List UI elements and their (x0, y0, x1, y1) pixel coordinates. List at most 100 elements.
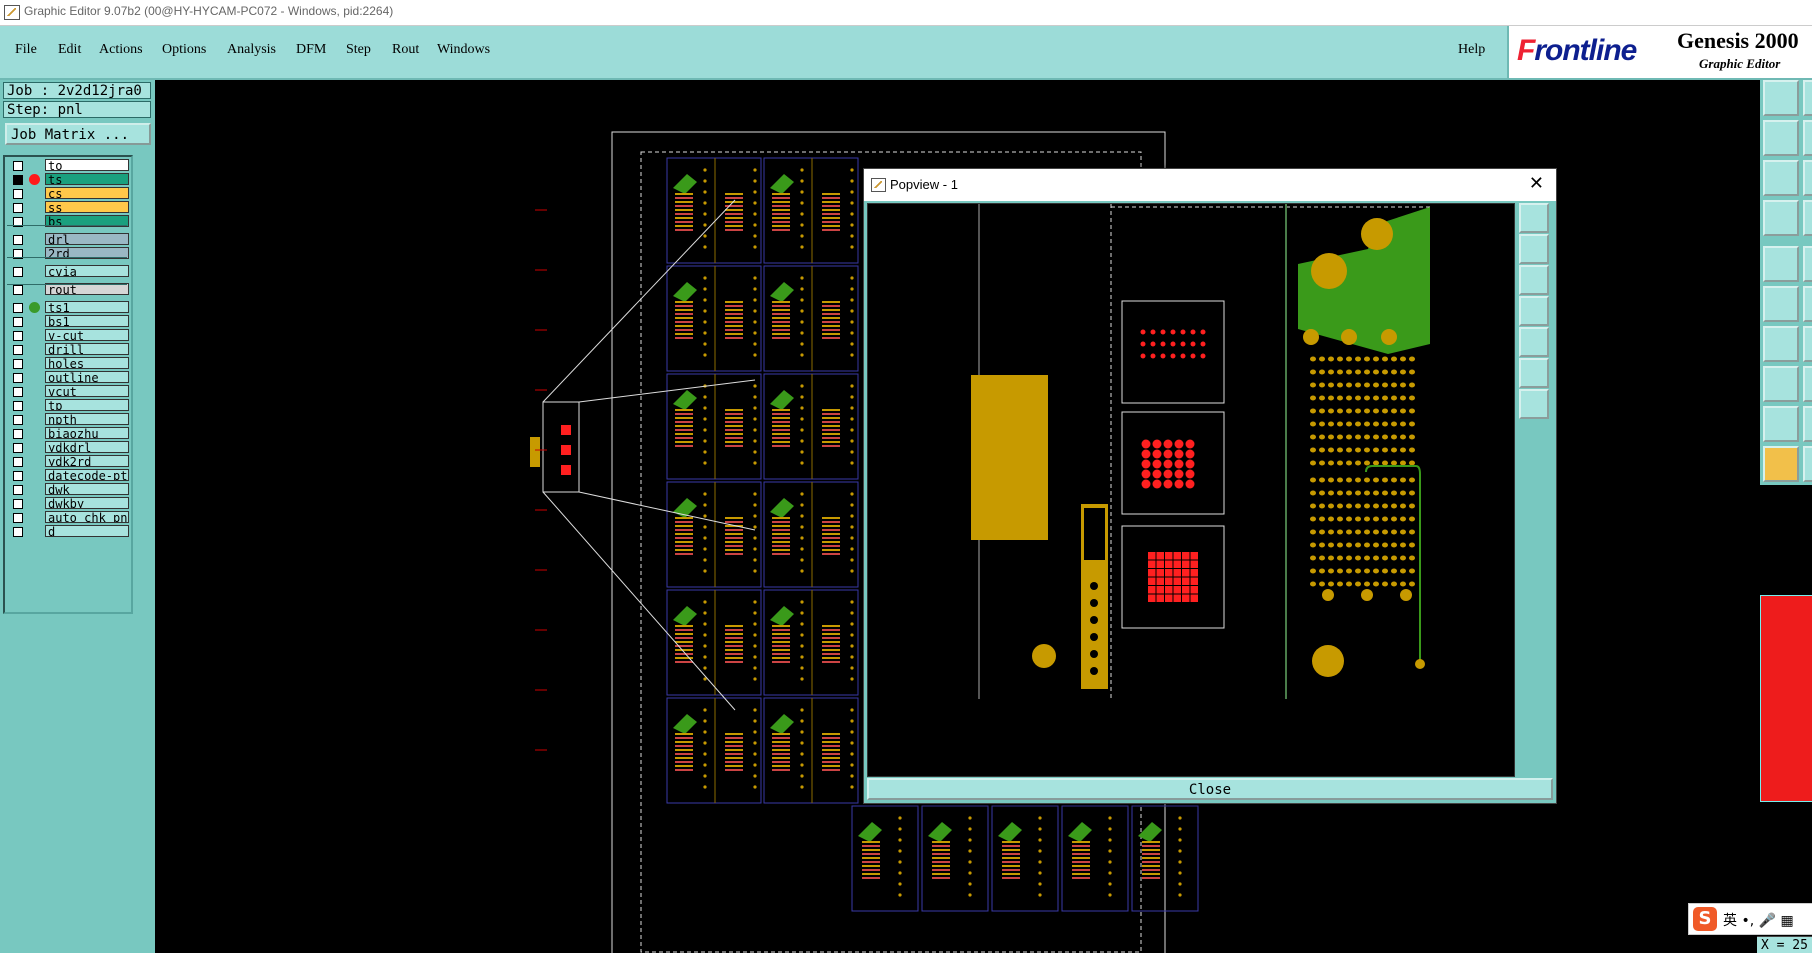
layer-checkbox[interactable] (13, 359, 23, 369)
layer-name[interactable]: cvia (45, 265, 129, 277)
zoom-in-icon[interactable] (1519, 358, 1549, 388)
tool-extra-10[interactable] (1803, 446, 1812, 482)
layer-row-bs[interactable]: bs (7, 215, 129, 228)
job-matrix-button[interactable]: Job Matrix ... (5, 123, 151, 145)
menu-options[interactable]: Options (162, 42, 206, 58)
layer-name[interactable]: ydkdrl (45, 441, 129, 453)
layer-name[interactable]: ydk2rd (45, 455, 129, 467)
menu-step[interactable]: Step (346, 42, 371, 58)
layer-row-cvia[interactable]: cvia (7, 265, 129, 278)
layer-row-tp[interactable]: tp (7, 399, 129, 412)
layer-checkbox[interactable] (13, 429, 23, 439)
pointer-tool-icon[interactable] (1763, 446, 1799, 482)
layer-checkbox[interactable] (13, 499, 23, 509)
layer-row-outline[interactable]: outline (7, 371, 129, 384)
layer-name[interactable]: to (45, 159, 129, 171)
zoom-window-icon[interactable] (1519, 203, 1549, 233)
layer-name[interactable]: holes (45, 357, 129, 369)
close-button[interactable]: Close (867, 778, 1553, 800)
layer-name[interactable]: biaozhu (45, 427, 129, 439)
menu-file[interactable]: File (15, 42, 37, 58)
pan-up-icon[interactable] (1519, 234, 1549, 264)
pan-left-icon[interactable] (1519, 296, 1549, 326)
layer-row-2rd[interactable]: 2rd (7, 247, 129, 260)
zoom-tool-icon[interactable] (1763, 200, 1799, 236)
layer-checkbox[interactable] (13, 485, 23, 495)
layer-checkbox[interactable] (13, 161, 23, 171)
layer-checkbox[interactable] (13, 235, 23, 245)
layer-name[interactable]: bs1 (45, 315, 129, 327)
menu-edit[interactable]: Edit (58, 42, 81, 58)
layer-checkbox[interactable] (13, 331, 23, 341)
zoom-fit-tool-icon[interactable] (1763, 160, 1799, 196)
layer-name[interactable]: drill (45, 343, 129, 355)
popview-canvas[interactable] (867, 203, 1515, 777)
layer-name[interactable]: ts1 (45, 301, 129, 313)
menu-rout[interactable]: Rout (392, 42, 419, 58)
layer-row-dwk[interactable]: dwk (7, 483, 129, 496)
layer-checkbox[interactable] (13, 175, 23, 185)
layer-name[interactable]: outline (45, 371, 129, 383)
layer-row-ydk2rd[interactable]: ydk2rd (7, 455, 129, 468)
layer-checkbox[interactable] (13, 267, 23, 277)
layer-row-ydkdrl[interactable]: ydkdrl (7, 441, 129, 454)
menu-windows[interactable]: Windows (437, 42, 490, 58)
measure-tool-icon[interactable] (1763, 326, 1799, 362)
triangle-tool-icon[interactable] (1763, 406, 1799, 442)
layer-checkbox[interactable] (13, 387, 23, 397)
layer-checkbox[interactable] (13, 203, 23, 213)
layer-checkbox[interactable] (13, 443, 23, 453)
ime-indicator[interactable]: S 英 •, 🎤 ▦ (1688, 903, 1812, 935)
layer-row-drl[interactable]: drl (7, 233, 129, 246)
menu-help[interactable]: Help (1458, 42, 1485, 58)
menu-actions[interactable]: Actions (99, 42, 143, 58)
layer-name[interactable]: v-cut (45, 329, 129, 341)
layer-name[interactable]: ts (45, 173, 129, 185)
tool-extra-1[interactable] (1803, 80, 1812, 116)
layer-name[interactable]: drl (45, 233, 129, 245)
tool-extra-9[interactable] (1803, 406, 1812, 442)
layer-checkbox[interactable] (13, 345, 23, 355)
layer-row-vcut[interactable]: vcut (7, 385, 129, 398)
tool-extra-4[interactable] (1803, 200, 1812, 236)
layer-checkbox[interactable] (13, 285, 23, 295)
layer-checkbox[interactable] (13, 189, 23, 199)
layer-name[interactable]: d (45, 525, 129, 537)
layer-checkbox[interactable] (13, 457, 23, 467)
layer-row-biaozhu[interactable]: biaozhu (7, 427, 129, 440)
overview-canvas[interactable] (1760, 485, 1812, 953)
tool-extra-6[interactable] (1803, 286, 1812, 322)
tool-extra-2[interactable] (1803, 120, 1812, 156)
layer-row-v-cut[interactable]: v-cut (7, 329, 129, 342)
layer-row-ss[interactable]: ss (7, 201, 129, 214)
layer-checkbox[interactable] (13, 513, 23, 523)
layer-row-npth[interactable]: npth (7, 413, 129, 426)
layer-name[interactable]: npth (45, 413, 129, 425)
pan-right-icon[interactable] (1519, 327, 1549, 357)
tool-extra-3[interactable] (1803, 160, 1812, 196)
layer-row-to[interactable]: to (7, 159, 129, 172)
layer-row-bs1[interactable]: bs1 (7, 315, 129, 328)
pan-left-tool-icon[interactable] (1763, 120, 1799, 156)
zoom-out-icon[interactable] (1519, 389, 1549, 419)
layer-checkbox[interactable] (13, 415, 23, 425)
layer-row-auto-chk-pnl[interactable]: auto_chk_pnl (7, 511, 129, 524)
layer-checkbox[interactable] (13, 303, 23, 313)
layer-row-ts[interactable]: ts (7, 173, 129, 186)
layer-row-d[interactable]: d (7, 525, 129, 538)
layer-name[interactable]: vcut (45, 385, 129, 397)
net-tool-icon[interactable] (1763, 286, 1799, 322)
layer-row-ts1[interactable]: ts1 (7, 301, 129, 314)
layer-row-dwkby[interactable]: dwkby (7, 497, 129, 510)
layer-checkbox[interactable] (13, 401, 23, 411)
tool-extra-5[interactable] (1803, 246, 1812, 282)
snap-tool-icon[interactable] (1763, 246, 1799, 282)
layer-checkbox[interactable] (13, 373, 23, 383)
layer-checkbox[interactable] (13, 527, 23, 537)
tool-extra-8[interactable] (1803, 366, 1812, 402)
menu-analysis[interactable]: Analysis (227, 42, 276, 58)
layer-row-drill[interactable]: drill (7, 343, 129, 356)
layer-row-cs[interactable]: cs (7, 187, 129, 200)
layer-name[interactable]: cs (45, 187, 129, 199)
layer-row-holes[interactable]: holes (7, 357, 129, 370)
